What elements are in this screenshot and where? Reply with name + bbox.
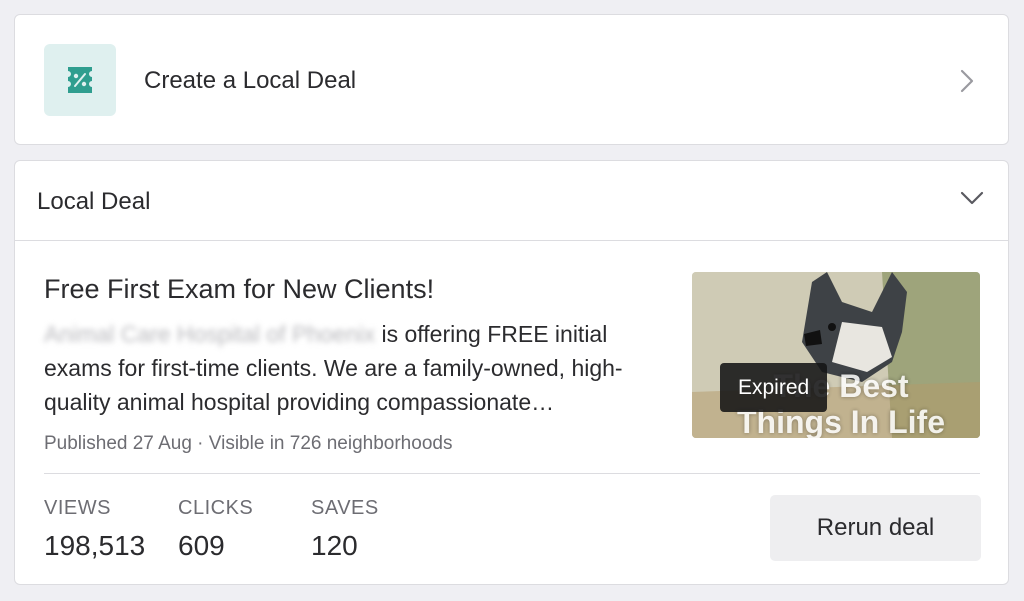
- views-value: 198,513: [44, 530, 146, 561]
- saves-value: 120: [311, 530, 358, 561]
- views-stat: VIEWS 198,513: [44, 497, 145, 562]
- deal-image[interactable]: The Best Things In Life Are FREE Expired: [692, 272, 980, 438]
- section-title: Local Deal: [37, 188, 151, 215]
- saves-stat: SAVES 120: [311, 497, 379, 562]
- local-deal-card: Local Deal Free First Exam for New Clien…: [14, 160, 1009, 585]
- views-label: VIEWS: [44, 497, 111, 519]
- clicks-stat: CLICKS 609: [178, 497, 253, 562]
- divider: [44, 473, 980, 474]
- clicks-label: CLICKS: [178, 497, 254, 519]
- saves-label: SAVES: [311, 497, 379, 519]
- chevron-right-icon: [960, 69, 974, 93]
- clicks-value: 609: [178, 530, 225, 561]
- rerun-deal-button[interactable]: Rerun deal: [770, 495, 981, 561]
- deal-description: Animal Care Hospital of Phoenix is offer…: [44, 317, 669, 419]
- local-deal-header[interactable]: Local Deal: [15, 161, 1008, 241]
- discount-ticket-icon: [68, 67, 92, 93]
- chevron-down-icon[interactable]: [960, 191, 984, 205]
- deal-meta: Published 27 Aug · Visible in 726 neighb…: [44, 433, 453, 454]
- discount-tag-tile: [44, 44, 116, 116]
- create-local-deal-card[interactable]: Create a Local Deal: [14, 14, 1009, 145]
- business-name: Animal Care Hospital of Phoenix: [44, 321, 376, 347]
- create-deal-label: Create a Local Deal: [144, 67, 357, 94]
- expired-badge: Expired: [720, 363, 828, 412]
- deal-title: Free First Exam for New Clients!: [44, 274, 435, 304]
